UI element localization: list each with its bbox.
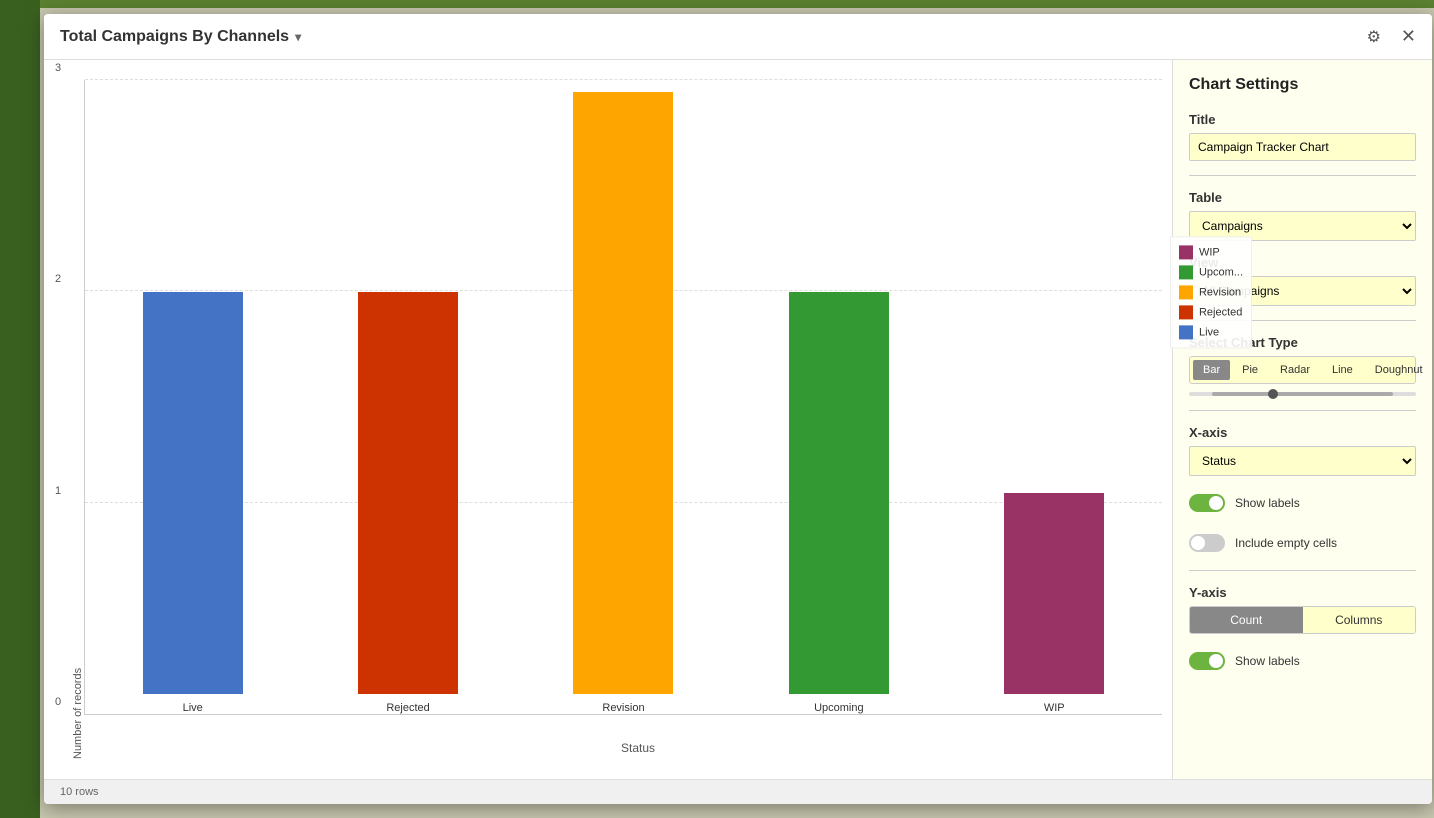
legend-color-upcoming — [1179, 266, 1193, 280]
y-axis-label: Number of records — [64, 80, 84, 759]
chart-type-buttons: Bar Pie Radar Line Doughnut — [1189, 356, 1416, 384]
row-count: 10 rows — [60, 786, 99, 798]
bar-group-wip: WIP — [1004, 493, 1104, 714]
y-tick-2: 2 — [55, 273, 61, 285]
y-tick-1: 1 — [55, 485, 61, 497]
chart-type-pie[interactable]: Pie — [1232, 360, 1268, 380]
bar-wip — [1004, 493, 1104, 694]
y-show-labels-row: Show labels — [1189, 648, 1416, 674]
chart-plot: 3 2 1 0 Live — [84, 80, 1162, 715]
close-icon[interactable]: ✕ — [1401, 26, 1416, 47]
bar-group-upcoming: Upcoming — [789, 292, 889, 714]
divider-1 — [1189, 175, 1416, 176]
bar-label-upcoming: Upcoming — [814, 702, 864, 714]
include-empty-text: Include empty cells — [1235, 536, 1337, 550]
settings-table-section: Table Campaigns — [1189, 190, 1416, 241]
legend-item-upcoming: Upcom... — [1179, 266, 1243, 280]
settings-panel: Chart Settings Title Table Campaigns Vie… — [1172, 60, 1432, 779]
show-labels-knob — [1209, 496, 1223, 510]
chart-title-text: Total Campaigns By Channels — [60, 28, 289, 46]
modal-actions: ⚙ ✕ — [1367, 26, 1416, 47]
show-labels-toggle[interactable] — [1189, 494, 1225, 512]
bar-revision — [573, 92, 673, 694]
settings-icon[interactable]: ⚙ — [1367, 27, 1381, 47]
bar-group-revision: Revision — [573, 92, 673, 714]
modal-footer: 10 rows — [44, 779, 1432, 804]
table-label: Table — [1189, 190, 1416, 205]
chart-container: Number of records 3 2 1 0 — [64, 80, 1162, 759]
legend-label-upcoming: Upcom... — [1199, 267, 1243, 279]
modal-header: Total Campaigns By Channels ▾ ⚙ ✕ — [44, 14, 1432, 60]
bar-label-wip: WIP — [1044, 702, 1065, 714]
chart-area: Number of records 3 2 1 0 — [44, 60, 1172, 779]
chart-type-radar[interactable]: Radar — [1270, 360, 1320, 380]
chart-type-bar[interactable]: Bar — [1193, 360, 1230, 380]
y-tick-0: 0 — [55, 696, 61, 708]
show-labels-text: Show labels — [1235, 496, 1300, 510]
slider-thumb[interactable] — [1268, 389, 1278, 399]
y-tick-3: 3 — [55, 62, 61, 74]
legend-item-wip: WIP — [1179, 246, 1243, 260]
legend-label-live: Live — [1199, 327, 1219, 339]
bars-container: Live Rejected Revision — [85, 80, 1162, 714]
yaxis-label: Y-axis — [1189, 585, 1416, 600]
bar-label-live: Live — [183, 702, 203, 714]
settings-title-section: Title — [1189, 112, 1416, 161]
modal-title: Total Campaigns By Channels ▾ — [60, 28, 1367, 46]
legend-label-rejected: Rejected — [1199, 307, 1242, 319]
legend-item-revision: Revision — [1179, 286, 1243, 300]
y-show-labels-toggle[interactable] — [1189, 652, 1225, 670]
legend-label-revision: Revision — [1199, 287, 1241, 299]
legend-color-wip — [1179, 246, 1193, 260]
settings-xaxis-section: X-axis Status — [1189, 425, 1416, 476]
bar-label-rejected: Rejected — [386, 702, 429, 714]
chart-legend: WIP Upcom... Revision — [1170, 237, 1252, 349]
xaxis-select[interactable]: Status — [1189, 446, 1416, 476]
divider-4 — [1189, 570, 1416, 571]
bar-rejected — [358, 292, 458, 694]
include-empty-row: Include empty cells — [1189, 530, 1416, 556]
bar-label-revision: Revision — [602, 702, 644, 714]
title-dropdown-arrow[interactable]: ▾ — [295, 30, 301, 44]
y-axis-columns-btn[interactable]: Columns — [1303, 607, 1416, 633]
xaxis-label: X-axis — [1189, 425, 1416, 440]
title-label: Title — [1189, 112, 1416, 127]
bar-group-rejected: Rejected — [358, 292, 458, 714]
y-show-labels-knob — [1209, 654, 1223, 668]
settings-panel-title: Chart Settings — [1189, 76, 1416, 94]
include-empty-toggle[interactable] — [1189, 534, 1225, 552]
chart-type-line[interactable]: Line — [1322, 360, 1363, 380]
x-axis-label: Status — [114, 737, 1162, 759]
chart-type-doughnut[interactable]: Doughnut — [1365, 360, 1432, 380]
show-labels-row: Show labels — [1189, 490, 1416, 516]
settings-yaxis-section: Y-axis Count Columns — [1189, 585, 1416, 634]
title-input[interactable] — [1189, 133, 1416, 161]
legend-item-rejected: Rejected — [1179, 306, 1243, 320]
chart-inner: 3 2 1 0 Live — [84, 80, 1162, 759]
bar-live — [143, 292, 243, 694]
divider-3 — [1189, 410, 1416, 411]
legend-label-wip: WIP — [1199, 247, 1220, 259]
bar-upcoming — [789, 292, 889, 694]
modal-body: Number of records 3 2 1 0 — [44, 60, 1432, 779]
y-show-labels-text: Show labels — [1235, 654, 1300, 668]
bar-group-live: Live — [143, 292, 243, 714]
legend-color-rejected — [1179, 306, 1193, 320]
include-empty-knob — [1191, 536, 1205, 550]
y-axis-count-btn[interactable]: Count — [1190, 607, 1303, 633]
legend-item-live: Live — [1179, 326, 1243, 340]
legend-color-revision — [1179, 286, 1193, 300]
legend-color-live — [1179, 326, 1193, 340]
y-axis-buttons: Count Columns — [1189, 606, 1416, 634]
